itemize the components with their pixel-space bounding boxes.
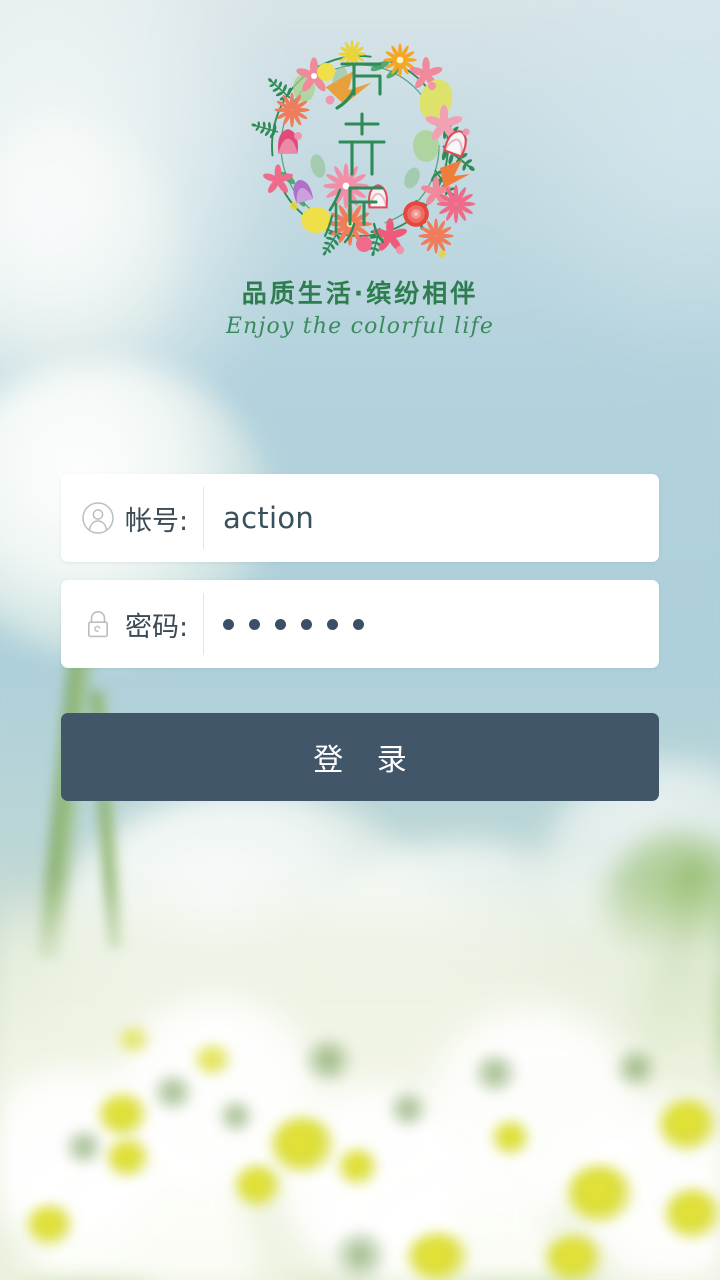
username-label: 帐号:	[125, 505, 189, 537]
login-form: 帐号: action 密码: 登 录	[61, 474, 659, 801]
username-field-label-group: 帐号:	[61, 499, 203, 538]
logo-artwork	[248, 40, 483, 261]
lock-icon	[88, 610, 108, 638]
password-mask-dot	[275, 618, 286, 630]
login-screen: 品质生活·缤纷相伴 Enjoy the colorful life 帐号: ac…	[0, 0, 720, 1280]
password-mask-dot	[301, 618, 312, 630]
password-input[interactable]	[204, 618, 364, 630]
brand-tagline-cn: 品质生活·缤纷相伴	[241, 279, 479, 308]
password-field-label-group: 密码:	[61, 605, 203, 644]
password-mask-dot	[249, 618, 260, 630]
password-mask-dot	[327, 618, 338, 630]
user-circle-icon	[82, 502, 114, 534]
login-button[interactable]: 登 录	[61, 713, 659, 801]
password-mask-dot	[353, 618, 364, 630]
username-field[interactable]: 帐号: action	[61, 474, 659, 562]
password-field[interactable]: 密码:	[61, 580, 659, 668]
floral-wreath-logo	[230, 28, 490, 268]
brand-tagline-en: Enjoy the colorful life	[225, 314, 495, 339]
password-label: 密码:	[125, 611, 189, 643]
username-input[interactable]: action	[204, 501, 659, 535]
password-mask-dot	[223, 618, 234, 630]
logo-flowers	[262, 40, 476, 258]
